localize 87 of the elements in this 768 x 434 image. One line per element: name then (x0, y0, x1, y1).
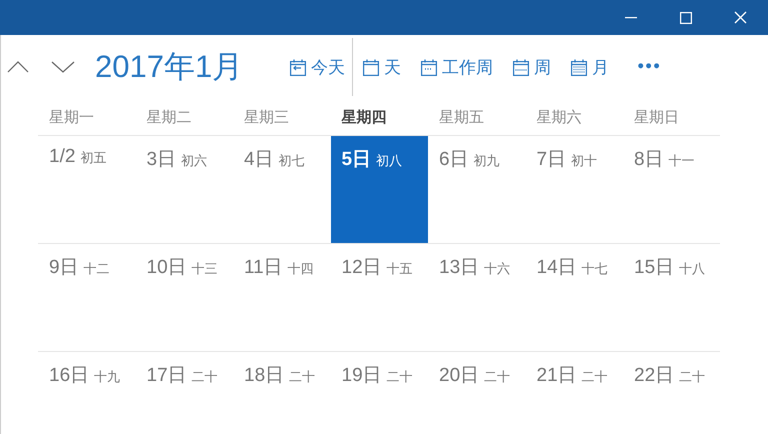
weekday-label: 星期一 (48, 108, 95, 126)
day-cell[interactable]: 19日 二十 (330, 352, 428, 434)
minimize-icon (624, 16, 636, 18)
lunar-date: 二十 (484, 370, 510, 385)
calendar-icon (569, 58, 590, 76)
day-number: 8日 (634, 149, 664, 170)
lunar-date: 初六 (181, 154, 208, 169)
lunar-date: 十四 (288, 262, 314, 277)
lunar-date: 初十 (571, 154, 598, 169)
day-number: 1/2 (49, 146, 76, 167)
chevron-up-icon (7, 61, 29, 73)
day-cell[interactable]: 1/2 初五 (38, 136, 136, 243)
day-cell[interactable]: 15日 十八 (623, 244, 720, 351)
lunar-date: 二十 (386, 370, 413, 385)
lunar-date: 十三 (192, 262, 218, 277)
day-cell[interactable]: 9日 十二 (38, 244, 136, 351)
day-number: 11日 (244, 257, 283, 278)
day-cell[interactable]: 22日 二十 (623, 352, 720, 434)
day-number: 9日 (49, 257, 79, 278)
day-cell[interactable]: 7日 初十 (526, 136, 623, 243)
day-number: 13日 (439, 257, 480, 278)
lunar-date: 十八 (679, 262, 706, 277)
lunar-date: 二十 (582, 370, 608, 385)
weekday-label: 星期四 (340, 108, 388, 126)
day-number: 3日 (146, 149, 176, 170)
day-number: 22日 (634, 365, 674, 386)
day-cell[interactable]: 21日 二十 (526, 352, 623, 434)
day-cell[interactable]: 10日 十三 (136, 244, 233, 351)
day-cell[interactable]: 16日 十九 (38, 352, 136, 434)
lunar-date: 初五 (80, 151, 106, 166)
day-cell[interactable]: 12日 十五 (330, 244, 428, 351)
day-cell[interactable]: 14日 十七 (526, 244, 623, 351)
day-number: 20日 (439, 365, 480, 386)
close-icon (734, 11, 747, 24)
day-cell[interactable]: 13日 十六 (428, 244, 526, 351)
day-number: 10日 (146, 257, 187, 278)
lunar-date: 二十 (679, 370, 706, 385)
day-cell[interactable]: 11日 十四 (233, 244, 330, 351)
weekday-label: 星期三 (243, 108, 290, 126)
day-cell[interactable]: 3日 初六 (136, 136, 233, 243)
day-number: 14日 (536, 257, 577, 278)
day-number: 17日 (146, 365, 187, 386)
day-number: 18日 (244, 365, 284, 386)
calendar-icon (419, 58, 440, 76)
day-cell[interactable]: 20日 二十 (428, 352, 526, 434)
day-number: 21日 (536, 365, 577, 386)
lunar-date: 十二 (84, 262, 110, 277)
lunar-date: 二十 (289, 370, 316, 385)
day-cell[interactable]: 4日 初七 (233, 136, 330, 243)
day-cell[interactable]: 6日 初九 (428, 136, 526, 243)
today-view-button[interactable]: 今天 (283, 52, 350, 82)
weekday-label: 星期六 (536, 108, 582, 126)
maximize-icon (680, 12, 692, 24)
day-number: 19日 (342, 365, 382, 386)
more-button[interactable]: ••• (632, 55, 664, 79)
lunar-date: 十五 (386, 262, 413, 277)
lunar-date: 初七 (278, 154, 305, 169)
lunar-date: 二十 (192, 370, 218, 385)
chevron-down-icon (51, 61, 75, 73)
lunar-date: 十七 (582, 262, 608, 277)
day-cell[interactable]: 18日 二十 (233, 352, 330, 434)
day-number: 4日 (244, 149, 274, 170)
lunar-date: 十九 (94, 370, 120, 385)
calendar-icon (288, 58, 308, 76)
day-number: 16日 (49, 365, 90, 386)
day-cell[interactable]: 17日 二十 (136, 352, 233, 434)
calendar-icon (361, 58, 382, 76)
month-view-button[interactable]: 月 (564, 52, 614, 82)
calendar-icon (511, 58, 532, 76)
day-cell[interactable]: 8日 十一 (623, 136, 720, 243)
day-number: 6日 (439, 149, 469, 170)
weekday-label: 星期二 (146, 108, 192, 126)
weekday-label: 星期日 (633, 108, 680, 126)
lunar-date: 初八 (376, 154, 402, 169)
week-view-button[interactable]: 周 (506, 52, 556, 82)
day-number: 5日 (342, 149, 372, 170)
day-view-button[interactable]: 天 (356, 52, 406, 82)
day-number: 15日 (634, 257, 674, 278)
selected-day-cell[interactable]: 5日 初八 (330, 136, 428, 243)
lunar-date: 十六 (484, 262, 510, 277)
weekday-label: 星期五 (438, 108, 485, 126)
month-title: 2017年1月 (95, 48, 244, 86)
workweek-view-button[interactable]: 工作周 (414, 52, 498, 82)
lunar-date: 初九 (474, 154, 500, 169)
day-number: 7日 (536, 149, 566, 170)
lunar-date: 十一 (668, 154, 695, 169)
day-number: 12日 (342, 257, 382, 278)
